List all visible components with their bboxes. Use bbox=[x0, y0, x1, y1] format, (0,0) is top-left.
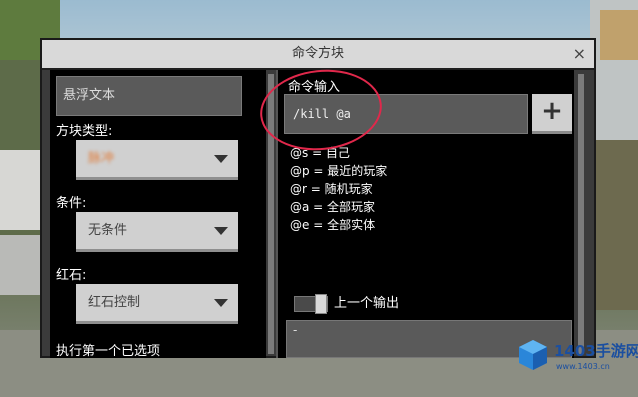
redstone-dropdown[interactable]: 红石控制 bbox=[76, 284, 238, 324]
command-panel: 命令输入 /kill @a + @s = 自己 @p = 最近的玩家 @r = … bbox=[278, 70, 574, 358]
command-block-dialog: 命令方块 × 悬浮文本 方块类型: 脉冲 条件: 无条件 红石: 红石控制 执行… bbox=[40, 38, 596, 358]
condition-label: 条件: bbox=[56, 196, 87, 211]
list-item: @p = 最近的玩家 bbox=[290, 164, 388, 178]
background-grass-block bbox=[0, 60, 42, 150]
background-snow-block bbox=[0, 150, 45, 230]
command-input-label: 命令输入 bbox=[288, 80, 341, 95]
previous-output-toggle[interactable] bbox=[294, 294, 328, 314]
background-snow-block bbox=[0, 235, 45, 295]
settings-panel: 悬浮文本 方块类型: 脉冲 条件: 无条件 红石: 红石控制 执行第一个已选项 bbox=[50, 70, 266, 358]
hover-text-input[interactable]: 悬浮文本 bbox=[56, 76, 242, 116]
chevron-down-icon bbox=[214, 299, 228, 307]
redstone-value: 红石控制 bbox=[88, 295, 141, 310]
background-wood-block bbox=[600, 10, 638, 60]
redstone-label: 红石: bbox=[56, 268, 87, 283]
block-type-dropdown[interactable]: 脉冲 bbox=[76, 140, 238, 180]
selector-help-list: @s = 自己 @p = 最近的玩家 @r = 随机玩家 @a = 全部玩家 @… bbox=[290, 144, 387, 234]
toggle-knob bbox=[315, 294, 327, 314]
block-type-label: 方块类型: bbox=[56, 124, 113, 139]
chevron-down-icon bbox=[214, 227, 228, 235]
watermark-logo-icon bbox=[519, 340, 547, 370]
block-type-value: 脉冲 bbox=[88, 151, 115, 166]
condition-value: 无条件 bbox=[88, 223, 128, 238]
add-button[interactable]: + bbox=[532, 94, 572, 134]
watermark: 1403手游网 www.1403.cn bbox=[516, 334, 638, 380]
right-scrollbar[interactable] bbox=[578, 74, 584, 354]
list-item: @r = 随机玩家 bbox=[290, 182, 373, 196]
chevron-down-icon bbox=[214, 155, 228, 163]
title-bar: 命令方块 × bbox=[42, 40, 594, 70]
watermark-name: 1403手游网 bbox=[554, 342, 638, 360]
list-item: @a = 全部玩家 bbox=[290, 200, 376, 214]
left-scrollbar[interactable] bbox=[268, 74, 274, 354]
dialog-title: 命令方块 bbox=[291, 46, 344, 61]
close-icon[interactable]: × bbox=[573, 42, 586, 66]
watermark-url: www.1403.cn bbox=[556, 362, 610, 371]
execute-first-label: 执行第一个已选项 bbox=[56, 344, 161, 358]
background-dirt-block bbox=[590, 140, 638, 310]
condition-dropdown[interactable]: 无条件 bbox=[76, 212, 238, 252]
previous-output-label: 上一个输出 bbox=[334, 296, 400, 311]
list-item: @s = 自己 bbox=[290, 146, 350, 160]
list-item: @e = 全部实体 bbox=[290, 218, 376, 232]
command-input[interactable]: /kill @a bbox=[284, 94, 528, 134]
